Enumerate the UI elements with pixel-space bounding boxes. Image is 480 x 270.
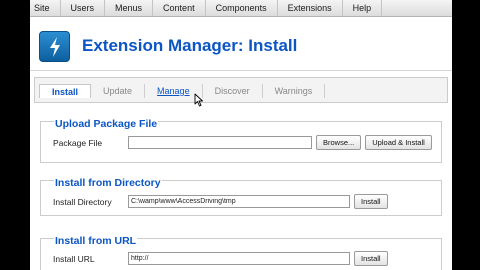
tab-discover[interactable]: Discover <box>203 84 263 98</box>
submenu-tabs: Install Update Manage Discover Warnings <box>34 77 448 103</box>
lightning-bolt-icon <box>49 36 60 57</box>
upload-package-fieldset: Upload Package File Package File Browse.… <box>40 118 442 163</box>
extension-manager-icon <box>39 31 70 62</box>
install-directory-label: Install Directory <box>53 196 112 207</box>
install-url-label: Install URL <box>53 253 95 264</box>
video-letterbox-right <box>452 0 480 270</box>
menu-content[interactable]: Content <box>153 0 206 16</box>
package-file-label: Package File <box>53 137 103 148</box>
package-file-input[interactable] <box>128 136 312 149</box>
page-header: Extension Manager: Install <box>30 23 452 71</box>
menu-users[interactable]: Users <box>61 0 106 16</box>
page-title: Extension Manager: Install <box>82 36 298 55</box>
install-directory-input[interactable] <box>128 195 350 208</box>
upload-package-legend: Upload Package File <box>54 118 159 130</box>
install-directory-fieldset: Install from Directory Install Directory… <box>40 177 442 216</box>
install-url-legend: Install from URL <box>54 235 138 247</box>
upload-install-button[interactable]: Upload & Install <box>365 135 432 150</box>
tab-warnings[interactable]: Warnings <box>263 84 326 98</box>
install-directory-legend: Install from Directory <box>54 177 162 189</box>
upload-package-row: Package File Browse... Upload & Install <box>53 135 433 150</box>
install-url-button[interactable]: Install <box>354 251 388 266</box>
menu-menus[interactable]: Menus <box>105 0 154 16</box>
menu-help[interactable]: Help <box>343 0 383 16</box>
top-menu-bar: Site Users Menus Content Components Exte… <box>30 0 452 17</box>
tab-update[interactable]: Update <box>91 84 146 98</box>
install-url-fieldset: Install from URL Install URL Install <box>40 235 442 270</box>
install-directory-button[interactable]: Install <box>354 194 388 209</box>
joomla-admin-window: Site Users Menus Content Components Exte… <box>30 0 452 270</box>
browse-button[interactable]: Browse... <box>316 135 362 150</box>
tab-install[interactable]: Install <box>39 84 92 98</box>
video-letterbox-left <box>0 0 30 270</box>
menu-extensions[interactable]: Extensions <box>278 0 343 16</box>
menu-site[interactable]: Site <box>30 0 61 16</box>
install-url-row: Install URL Install <box>53 251 433 266</box>
install-url-input[interactable] <box>128 252 350 265</box>
install-directory-row: Install Directory Install <box>53 194 433 209</box>
menu-components[interactable]: Components <box>206 0 278 16</box>
